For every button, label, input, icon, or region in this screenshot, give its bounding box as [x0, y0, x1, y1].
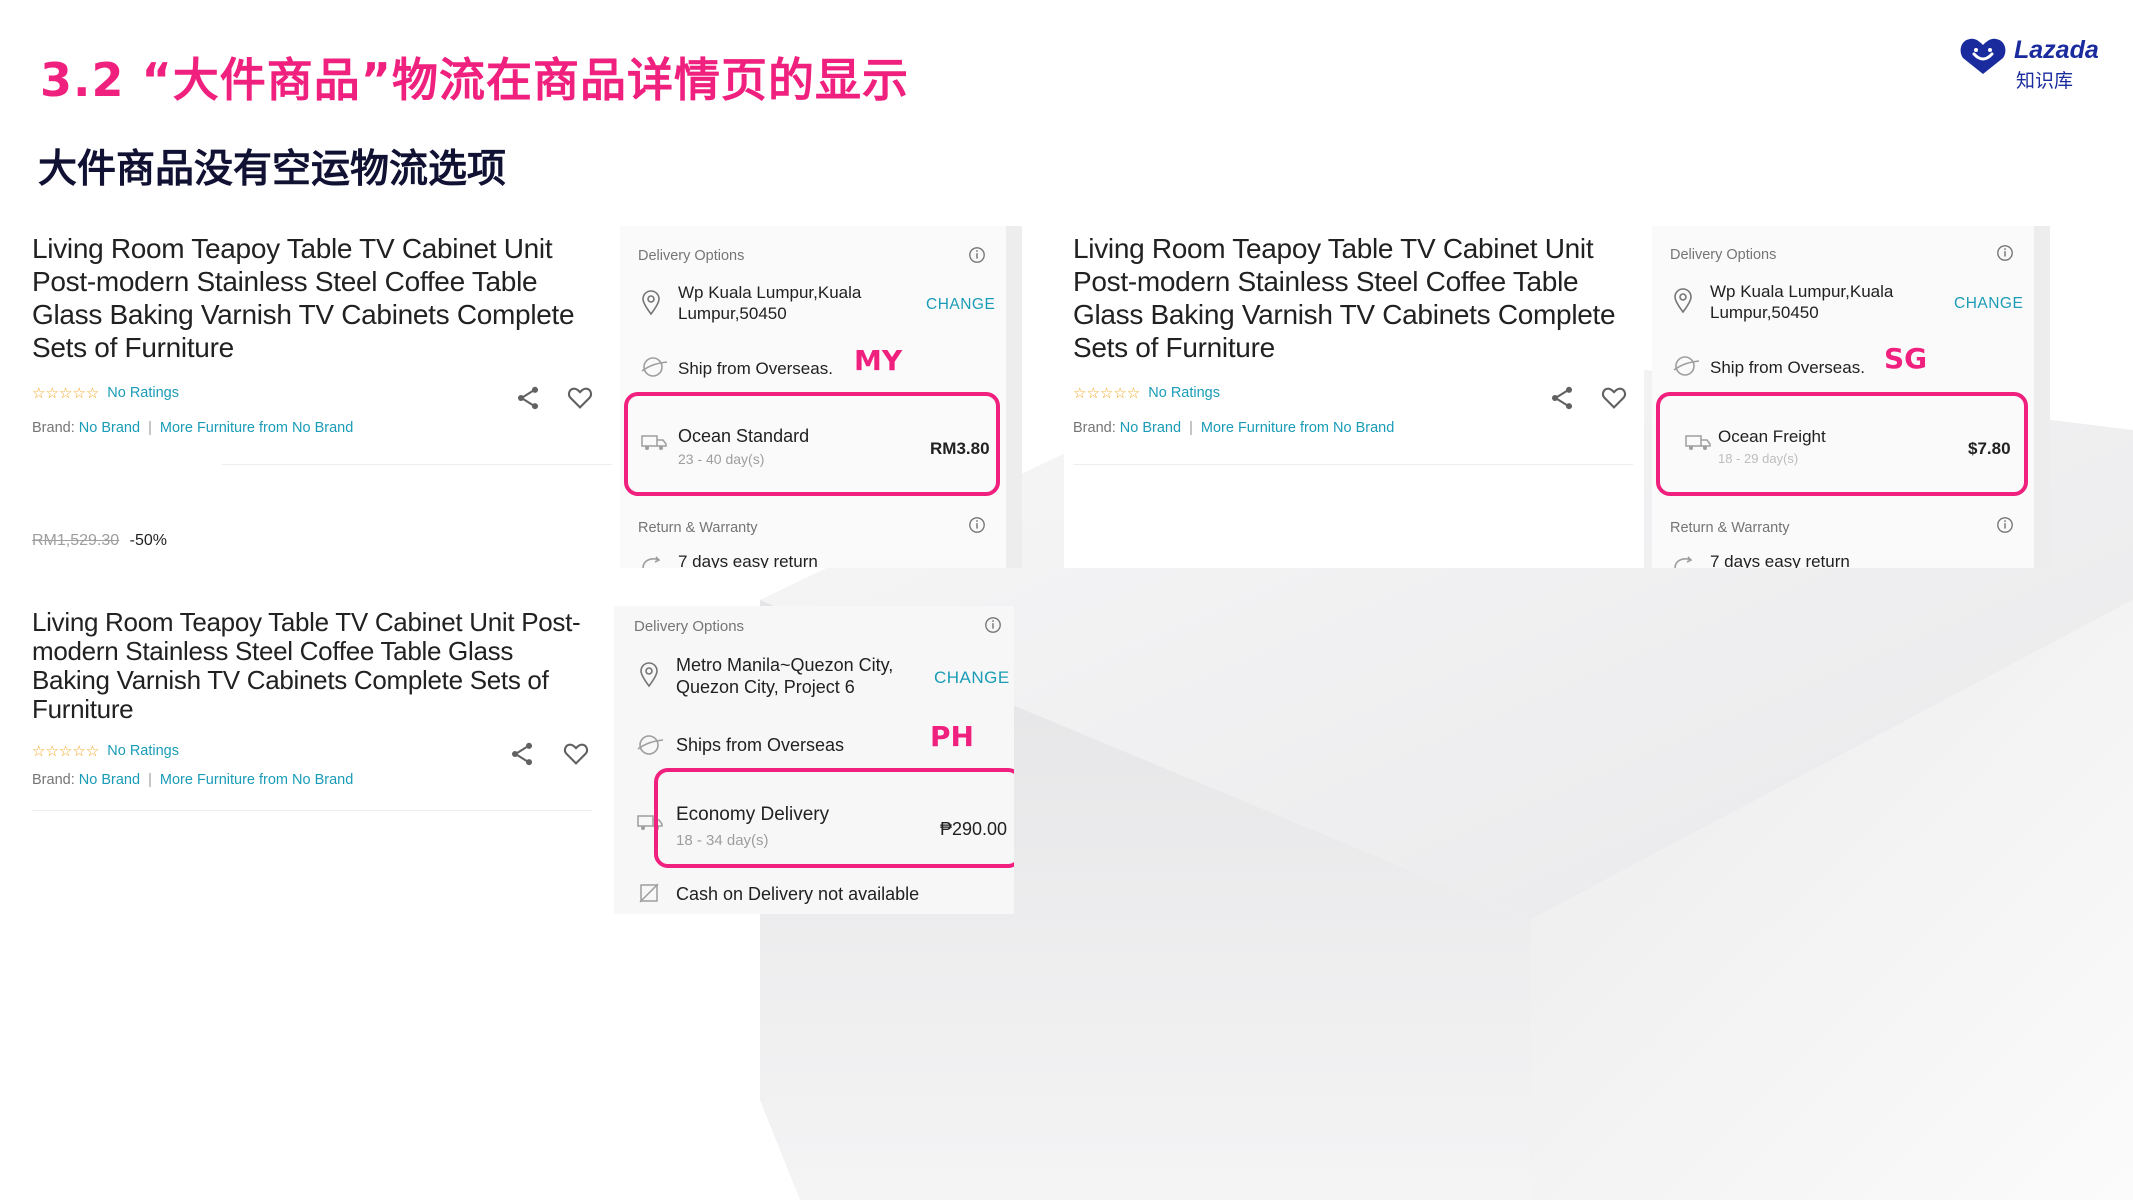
brand-label: Brand: — [1073, 420, 1116, 436]
lazada-wordmark: Lazada — [2014, 36, 2099, 64]
brand-row: Brand: No Brand | More Furniture from No… — [32, 772, 353, 788]
easy-return-text: 7 days easy return — [1710, 552, 1850, 568]
delivery-panel-sg: Delivery Options Wp Kuala Lumpur,Kuala L… — [1652, 226, 2050, 568]
more-from-brand-link[interactable]: More Furniture from No Brand — [160, 772, 353, 788]
slide-title: 3.2 “大件商品”物流在商品详情页的显示 — [40, 53, 909, 107]
ship-from-text: Ship from Overseas. — [678, 359, 833, 378]
info-icon[interactable] — [1996, 244, 2014, 262]
rating-stars: ☆☆☆☆☆ — [1073, 385, 1141, 402]
no-ratings-link[interactable]: No Ratings — [107, 385, 179, 401]
brand-label: Brand: — [32, 772, 75, 788]
divider — [32, 810, 592, 811]
no-ratings-link[interactable]: No Ratings — [107, 743, 179, 759]
info-icon[interactable] — [968, 516, 986, 534]
delivery-panel-my: Delivery Options Wp Kuala Lumpur,Kuala L… — [620, 226, 1022, 568]
location-pin-icon — [640, 662, 658, 688]
heart-icon[interactable] — [566, 384, 594, 412]
ratings-row: ☆☆☆☆☆ No Ratings — [32, 742, 179, 760]
rating-stars: ☆☆☆☆☆ — [32, 385, 100, 402]
heart-icon[interactable] — [562, 740, 590, 768]
product-card-ph: Living Room Teapoy Table TV Cabinet Unit… — [22, 604, 600, 816]
heart-icon[interactable] — [1600, 384, 1628, 412]
overseas-globe-icon — [641, 357, 668, 377]
country-label: SG — [1884, 342, 1928, 375]
info-icon[interactable] — [1996, 516, 2014, 534]
lazada-heart-icon — [1960, 38, 2006, 74]
return-warranty-heading: Return & Warranty — [638, 520, 758, 536]
address-line: Lumpur,50450 — [678, 304, 787, 323]
location-pin-icon — [1674, 288, 1692, 314]
change-address-link[interactable]: CHANGE — [926, 296, 995, 314]
cod-unavailable-icon — [639, 883, 659, 903]
highlight-box — [624, 392, 1000, 496]
easy-return-text: 7 days easy return — [678, 552, 818, 568]
price-row: RM1,529.30 -50% — [32, 532, 167, 550]
change-address-link[interactable]: CHANGE — [934, 668, 1010, 688]
country-label: MY — [854, 344, 903, 377]
overseas-globe-icon — [637, 735, 664, 755]
brand-separator: | — [148, 772, 152, 788]
share-icon[interactable] — [508, 740, 536, 768]
location-pin-icon — [642, 290, 660, 316]
slide-subtitle: 大件商品没有空运物流选项 — [38, 147, 507, 192]
brand-row: Brand: No Brand | More Furniture from No… — [32, 420, 353, 436]
change-address-link[interactable]: CHANGE — [1954, 295, 2023, 313]
logo-subtitle: 知识库 — [2016, 70, 2074, 92]
cod-not-available-text: Cash on Delivery not available — [676, 884, 920, 904]
share-icon[interactable] — [514, 384, 542, 412]
ship-from-text: Ships from Overseas — [676, 735, 845, 755]
share-icon[interactable] — [1548, 384, 1576, 412]
original-price: RM1,529.30 — [32, 532, 120, 549]
address-line: Quezon City, Project 6 — [676, 677, 855, 697]
brand-separator: | — [148, 420, 152, 436]
brand-label: Brand: — [32, 420, 75, 436]
return-icon — [1674, 556, 1693, 568]
lazada-logo: Lazada 知识库 — [1960, 34, 2110, 94]
product-card-sg: Living Room Teapoy Table TV Cabinet Unit… — [1064, 226, 1644, 568]
ratings-row: ☆☆☆☆☆ No Ratings — [1073, 384, 1220, 402]
return-warranty-heading: Return & Warranty — [1670, 520, 1790, 536]
product-title: Living Room Teapoy Table TV Cabinet Unit… — [32, 607, 581, 724]
divider — [1073, 464, 1633, 465]
ship-from-text: Ship from Overseas. — [1710, 358, 1865, 377]
delivery-options-heading: Delivery Options — [634, 618, 745, 635]
highlight-box — [654, 768, 1014, 868]
scrollbar[interactable] — [1006, 226, 1022, 568]
address-line: Wp Kuala Lumpur,Kuala — [1710, 282, 1894, 301]
delivery-address: Wp Kuala Lumpur,Kuala Lumpur,50450 — [678, 282, 861, 324]
overseas-globe-icon — [1673, 356, 1700, 376]
brand-link[interactable]: No Brand — [79, 772, 140, 788]
brand-link[interactable]: No Brand — [1120, 420, 1181, 436]
return-icon — [642, 556, 661, 568]
delivery-address: Wp Kuala Lumpur,Kuala Lumpur,50450 — [1710, 281, 1893, 323]
highlight-box — [1656, 392, 2028, 496]
address-line: Wp Kuala Lumpur,Kuala — [678, 283, 862, 302]
product-title: Living Room Teapoy Table TV Cabinet Unit… — [1073, 233, 1616, 363]
country-label: PH — [930, 720, 974, 753]
brand-link[interactable]: No Brand — [79, 420, 140, 436]
more-from-brand-link[interactable]: More Furniture from No Brand — [1201, 420, 1394, 436]
scrollbar[interactable] — [2034, 226, 2050, 568]
brand-row: Brand: No Brand | More Furniture from No… — [1073, 420, 1394, 436]
delivery-panel-ph: Delivery Options Metro Manila~Quezon Cit… — [614, 606, 1014, 914]
ratings-row: ☆☆☆☆☆ No Ratings — [32, 384, 179, 402]
product-card-my: Living Room Teapoy Table TV Cabinet Unit… — [22, 226, 612, 566]
more-from-brand-link[interactable]: More Furniture from No Brand — [160, 420, 353, 436]
brand-separator: | — [1189, 420, 1193, 436]
discount-badge: -50% — [129, 532, 167, 549]
divider — [222, 464, 612, 465]
rating-stars: ☆☆☆☆☆ — [32, 743, 100, 760]
delivery-address: Metro Manila~Quezon City, Quezon City, P… — [676, 654, 893, 698]
product-title: Living Room Teapoy Table TV Cabinet Unit… — [32, 233, 575, 363]
info-icon[interactable] — [984, 616, 1002, 634]
delivery-options-heading: Delivery Options — [638, 248, 745, 264]
info-icon[interactable] — [968, 246, 986, 264]
address-line: Lumpur,50450 — [1710, 303, 1819, 322]
no-ratings-link[interactable]: No Ratings — [1148, 385, 1220, 401]
address-line: Metro Manila~Quezon City, — [676, 655, 894, 675]
delivery-options-heading: Delivery Options — [1670, 247, 1777, 263]
